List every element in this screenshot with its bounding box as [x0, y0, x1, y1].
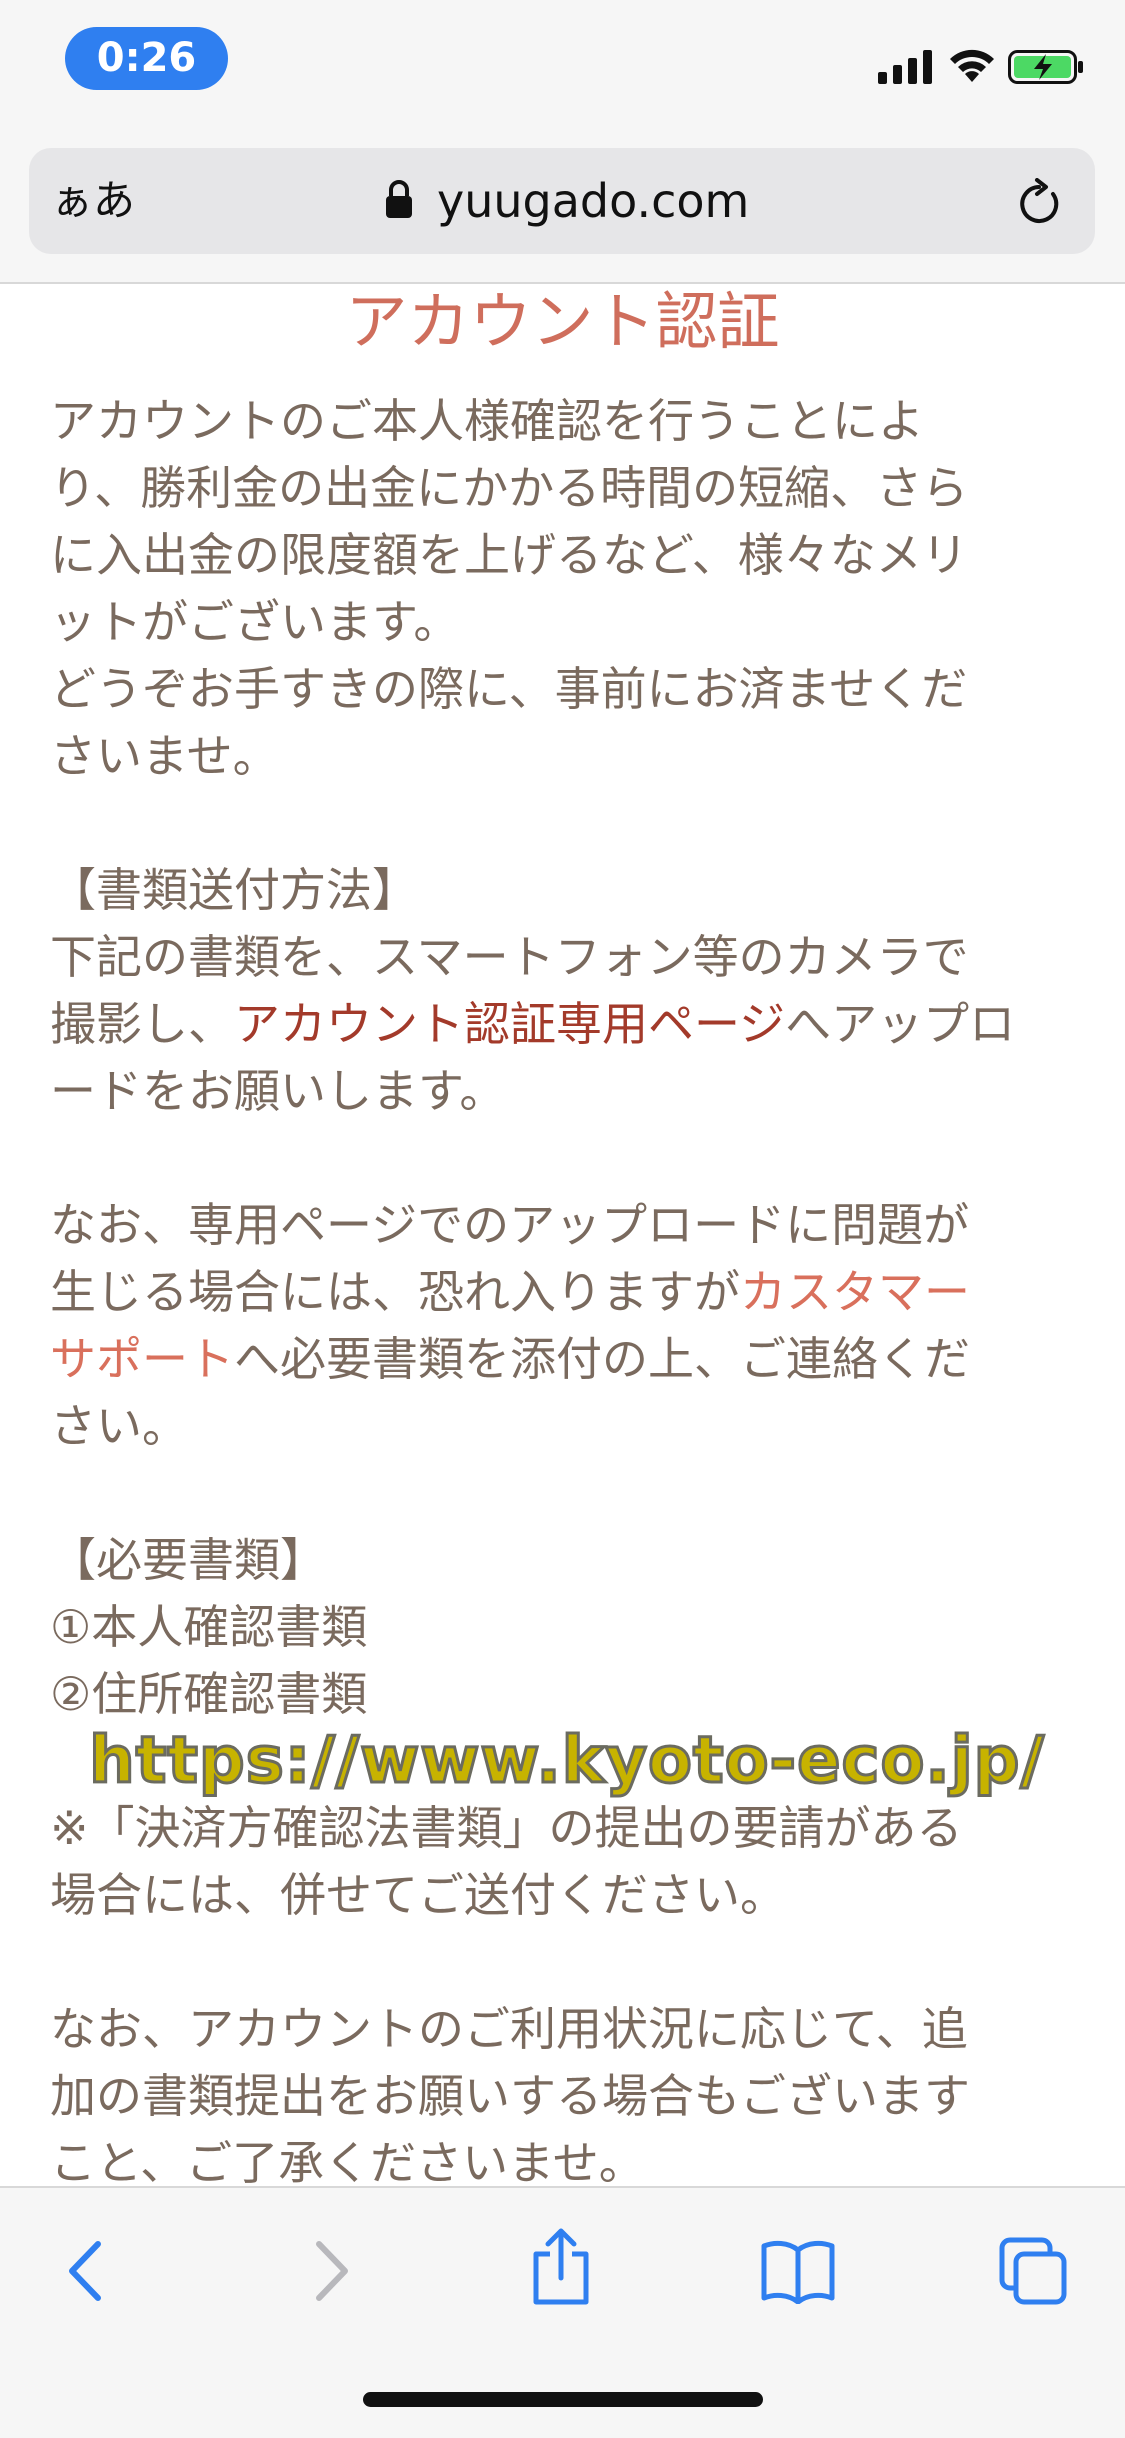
customer-support-link-cont[interactable]: サポート	[50, 1332, 234, 1386]
method-line: ードをお願いします。	[50, 1064, 506, 1118]
intro-line: り、勝利金の出金にかかる時間の短縮、さら	[50, 461, 969, 515]
method-line: 撮影し、アカウント認証専用ページへアップロ	[50, 991, 1080, 1058]
status-bar: 0:26	[0, 0, 1125, 140]
article-body: アカウントのご本人様確認を行うことによ り、勝利金の出金にかかる時間の短縮、さら…	[50, 388, 1080, 2184]
reload-icon[interactable]	[1015, 178, 1063, 228]
note-line: なお、専用ページでのアップロードに問題が	[50, 1198, 970, 1252]
cellular-signal-icon	[878, 50, 932, 84]
forward-icon[interactable]	[305, 2236, 355, 2306]
account-verification-page-link[interactable]: アカウント認証専用ページ	[234, 997, 785, 1051]
tabs-icon[interactable]	[998, 2236, 1070, 2306]
bookmarks-icon[interactable]	[760, 2238, 836, 2304]
method-text: へアップロ	[785, 997, 1016, 1051]
method-line: 下記の書類を、スマートフォン等のカメラで	[50, 930, 969, 984]
remark-line: 場合には、併せてご送付ください。	[50, 1868, 786, 1922]
note-line: サポートへ必要書類を添付の上、ご連絡くだ	[50, 1326, 1080, 1393]
required-item: ②住所確認書類	[50, 1667, 368, 1721]
intro-line: アカウントのご本人様確認を行うことによ	[50, 394, 924, 448]
page-title: アカウント認証	[345, 285, 780, 358]
method-heading: 【書類送付方法】	[50, 863, 418, 917]
wifi-icon	[950, 49, 994, 82]
remark-line: ※「決済方確認法書類」の提出の要請がある	[50, 1801, 963, 1855]
final-line: こと、ご了承くださいませ。	[50, 2136, 645, 2184]
intro-line: どうぞお手すきの際に、事前にお済ませくだ	[50, 662, 968, 716]
final-line: なお、アカウントのご利用状況に応じて、追	[50, 2002, 968, 2056]
page-content: アカウント認証 アカウントのご本人様確認を行うことによ り、勝利金の出金にかかる…	[0, 284, 1125, 2184]
final-line: 加の書類提出をお願いする場合もございます	[50, 2069, 970, 2123]
note-line: さい。	[50, 1399, 188, 1453]
home-indicator[interactable]	[363, 2392, 763, 2407]
note-text: へ必要書類を添付の上、ご連絡くだ	[234, 1332, 970, 1386]
browser-top-bar: ぁあ yuugado.com	[0, 140, 1125, 284]
intro-line: に入出金の限度額を上げるなど、様々なメリ	[50, 528, 968, 582]
method-text: 撮影し、	[50, 997, 234, 1051]
required-heading: 【必要書類】	[50, 1533, 326, 1587]
note-line: 生じる場合には、恐れ入りますがカスタマー	[50, 1259, 1080, 1326]
note-text: 生じる場合には、恐れ入りますが	[50, 1265, 740, 1319]
required-item: ①本人確認書類	[50, 1600, 368, 1654]
intro-line: さいませ。	[50, 729, 279, 783]
customer-support-link[interactable]: カスタマー	[740, 1265, 970, 1319]
share-icon[interactable]	[528, 2226, 594, 2306]
back-icon[interactable]	[62, 2236, 112, 2306]
battery-charging-icon	[1008, 50, 1083, 84]
watermark-text: https://www.kyoto-eco.jp/	[88, 1723, 1046, 1800]
intro-line: ットがございます。	[50, 595, 460, 649]
lock-icon	[386, 180, 412, 218]
status-time: 0:26	[65, 27, 228, 90]
page-settings-button[interactable]: ぁあ	[51, 148, 135, 254]
address-bar[interactable]: ぁあ yuugado.com	[29, 148, 1095, 254]
url-text[interactable]: yuugado.com	[437, 148, 749, 254]
